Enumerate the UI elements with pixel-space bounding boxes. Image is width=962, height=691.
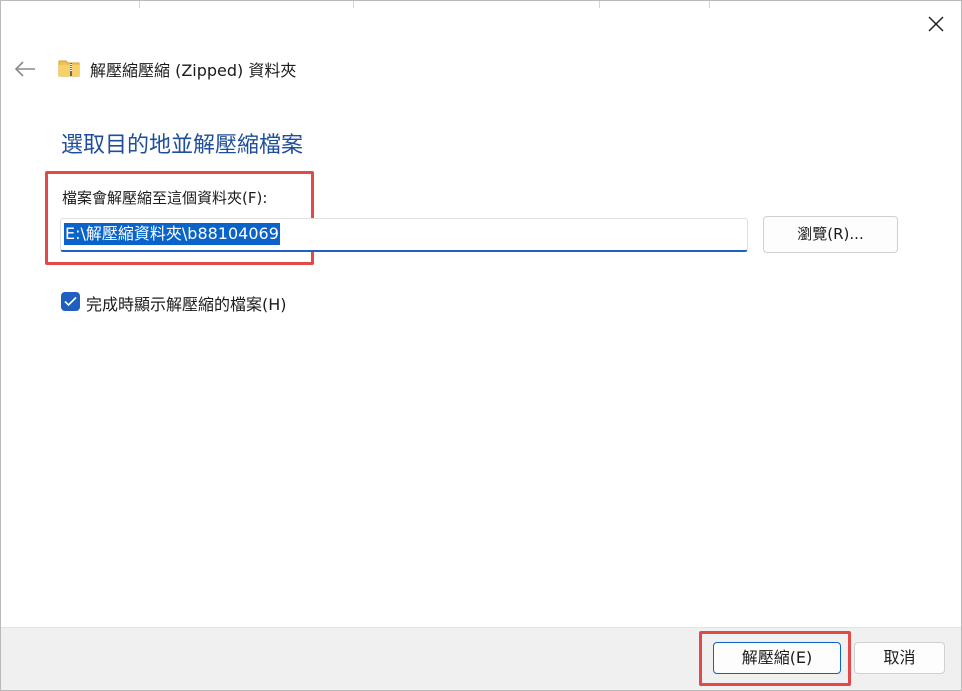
browse-button[interactable]: 瀏覽(R)... bbox=[763, 216, 898, 253]
destination-path-input[interactable]: E:\解壓縮資料夾\b88104069 bbox=[60, 218, 748, 252]
strip-divider bbox=[139, 1, 140, 8]
close-button[interactable] bbox=[913, 5, 959, 43]
show-files-checkbox[interactable] bbox=[61, 292, 80, 311]
extract-dialog: 解壓縮壓縮 (Zipped) 資料夾 選取目的地並解壓縮檔案 檔案會解壓縮至這個… bbox=[0, 0, 962, 691]
window-title: 解壓縮壓縮 (Zipped) 資料夾 bbox=[90, 61, 297, 80]
destination-label: 檔案會解壓縮至這個資料夾(F): bbox=[62, 189, 268, 207]
strip-divider bbox=[353, 1, 354, 8]
background-window-strip bbox=[1, 1, 961, 9]
back-button[interactable] bbox=[9, 53, 41, 85]
cancel-button[interactable]: 取消 bbox=[854, 642, 945, 674]
zip-folder-icon bbox=[58, 58, 80, 78]
strip-divider bbox=[599, 1, 600, 8]
close-icon bbox=[928, 16, 944, 32]
selected-path-text: E:\解壓縮資料夾\b88104069 bbox=[64, 223, 280, 245]
show-files-label[interactable]: 完成時顯示解壓縮的檔案(H) bbox=[86, 291, 287, 315]
strip-divider bbox=[709, 1, 710, 8]
page-heading: 選取目的地並解壓縮檔案 bbox=[61, 133, 304, 158]
back-arrow-icon bbox=[14, 61, 35, 77]
extract-button[interactable]: 解壓縮(E) bbox=[713, 642, 841, 674]
checkmark-icon bbox=[64, 296, 77, 307]
